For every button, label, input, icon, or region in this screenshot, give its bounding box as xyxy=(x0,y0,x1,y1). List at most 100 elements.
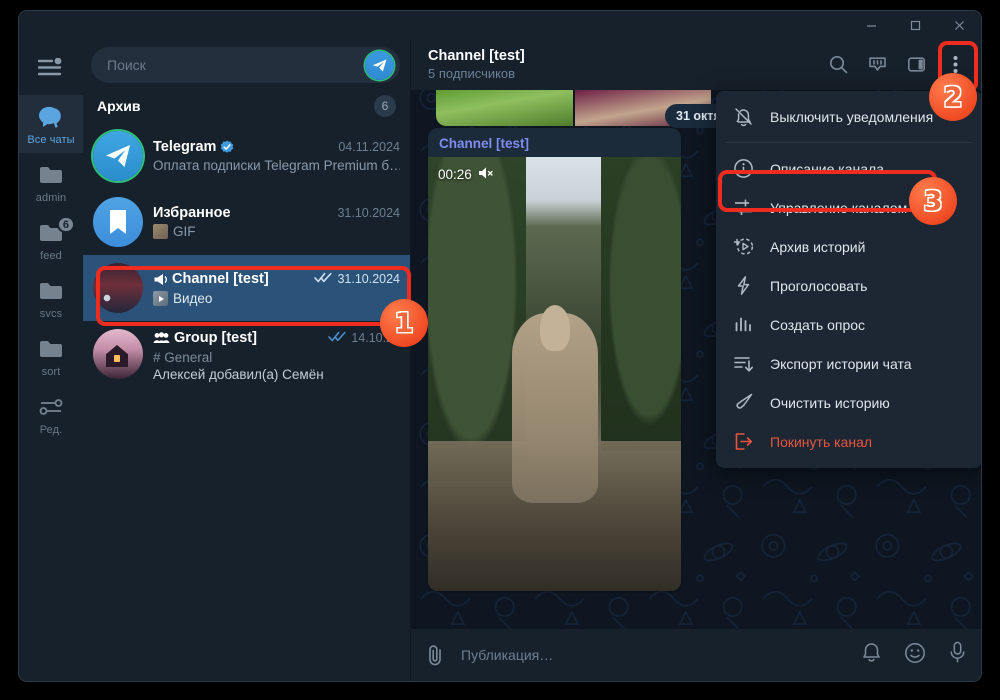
menu-item-boost[interactable]: Проголосовать xyxy=(716,266,981,305)
message-input[interactable]: Публикация… xyxy=(461,647,861,663)
chat-preview: GIF xyxy=(173,224,196,239)
folder-icon: 6 xyxy=(38,216,75,246)
sidebar-item-svcs[interactable]: svcs xyxy=(19,269,83,327)
menu-item-label: Проголосовать xyxy=(770,277,868,294)
telegram-plane-icon[interactable] xyxy=(365,50,394,80)
group-avatar xyxy=(93,329,143,379)
search-bar: Поиск xyxy=(83,39,410,89)
sliders-icon xyxy=(732,197,754,218)
menu-item-stories-archive[interactable]: Архив историй xyxy=(716,227,981,266)
folder-icon xyxy=(38,336,64,362)
sidebar-icon[interactable] xyxy=(898,47,934,83)
sidebar-item-label: Ред. xyxy=(39,424,63,436)
search-input[interactable]: Поиск xyxy=(91,47,400,83)
chat-topic: # General xyxy=(153,350,213,365)
verified-badge-icon xyxy=(220,140,234,154)
callout-badge-1: 1 xyxy=(380,299,428,347)
search-icon[interactable] xyxy=(820,47,856,83)
preview-thumbnail xyxy=(153,224,168,239)
subscriber-count: 5 подписчиков xyxy=(428,66,516,81)
microphone-icon[interactable] xyxy=(948,641,967,669)
media-thumb[interactable] xyxy=(436,90,573,126)
chat-preview: Видео xyxy=(173,291,213,306)
folder-badge: 6 xyxy=(56,216,75,233)
minimize-icon[interactable] xyxy=(849,11,893,39)
group-icon xyxy=(153,332,170,344)
list-item-main: Telegram 04.11.2024 Оплата подписки Tele… xyxy=(153,139,400,173)
scene-tree-right xyxy=(601,157,681,451)
composer-icons xyxy=(861,641,967,669)
chat-name: Group [test] xyxy=(174,330,257,346)
sidebar-item-sort[interactable]: sort xyxy=(19,327,83,385)
channel-avatar xyxy=(93,263,143,313)
menu-item-label: Очистить историю xyxy=(770,394,890,411)
story-archive-icon xyxy=(732,236,754,257)
screenshot-root: Все чаты admin 6 feed svcs sort Ред. Пои… xyxy=(0,0,1000,700)
menu-item-label: Описание канала xyxy=(770,160,884,177)
preview-thumbnail xyxy=(153,291,168,306)
chat-preview-row: Видео xyxy=(153,291,400,306)
chat-preview-row: GIF xyxy=(153,224,400,239)
archive-count-badge: 6 xyxy=(374,95,396,117)
paperclip-icon[interactable] xyxy=(425,644,445,666)
message-author: Channel [test] xyxy=(439,136,530,151)
menu-item-leave-channel[interactable]: Покинуть канал xyxy=(716,422,981,461)
close-icon[interactable] xyxy=(937,11,981,39)
chat-list-column: Поиск Архив 6 Telegram 04.11.2024 Оплата… xyxy=(83,39,411,681)
menu-item-export-chat-history[interactable]: Экспорт истории чата xyxy=(716,344,981,383)
sidebar-item-label: svcs xyxy=(39,308,63,320)
list-item[interactable]: Избранное 31.10.2024 GIF xyxy=(83,189,410,255)
chat-date: 04.11.2024 xyxy=(338,140,400,154)
list-item-main: Channel [test] 31.10.2024 Видео xyxy=(153,270,400,306)
chat-header: Channel [test] 5 подписчиков xyxy=(411,39,981,90)
sidebar-item-admin[interactable]: admin xyxy=(19,153,83,211)
archive-row[interactable]: Архив 6 xyxy=(83,89,410,123)
list-item[interactable]: Group [test] 14.10.20 # General Алексей … xyxy=(83,321,410,399)
chats-icon xyxy=(38,104,65,130)
menu-item-create-poll[interactable]: Создать опрос xyxy=(716,305,981,344)
info-icon xyxy=(732,158,754,179)
poll-icon xyxy=(732,314,754,335)
saved-messages-avatar xyxy=(93,197,143,247)
sidebar-item-edit-folders[interactable]: Ред. xyxy=(19,385,83,443)
list-item-main: Group [test] 14.10.20 # General Алексей … xyxy=(153,329,400,382)
list-item-main: Избранное 31.10.2024 GIF xyxy=(153,205,400,239)
broom-icon xyxy=(732,392,754,413)
leave-icon xyxy=(732,431,754,452)
menu-item-label: Создать опрос xyxy=(770,316,866,333)
read-ticks-icon xyxy=(328,329,347,347)
megaphone-icon xyxy=(153,273,168,286)
chat-name: Channel [test] xyxy=(172,271,269,287)
stories-icon[interactable] xyxy=(859,47,895,83)
menu-icon[interactable] xyxy=(19,39,83,95)
sidebar-item-all-chats[interactable]: Все чаты xyxy=(19,95,83,153)
channel-context-menu: Выключить уведомления Описание канала Уп… xyxy=(716,91,981,468)
export-icon xyxy=(732,353,754,374)
list-item-channel-test[interactable]: Channel [test] 31.10.2024 Видео xyxy=(83,255,410,321)
sidebar-item-label: Все чаты xyxy=(27,134,75,146)
window-titlebar xyxy=(19,11,981,39)
chat-name: Telegram xyxy=(153,139,217,155)
search-placeholder: Поиск xyxy=(107,57,146,73)
menu-item-label: Выключить уведомления xyxy=(770,108,934,125)
speaker-muted-icon xyxy=(478,166,494,183)
list-item[interactable]: Telegram 04.11.2024 Оплата подписки Tele… xyxy=(83,123,410,189)
telegram-avatar xyxy=(93,131,143,181)
maximize-icon[interactable] xyxy=(893,11,937,39)
menu-item-label: Покинуть канал xyxy=(770,433,873,450)
menu-item-label: Экспорт истории чата xyxy=(770,355,912,372)
sidebar-item-label: admin xyxy=(35,192,67,204)
chat-preview: Алексей добавил(а) Семён xyxy=(153,367,324,382)
folder-icon xyxy=(38,278,64,304)
folders-rail: Все чаты admin 6 feed svcs sort Ред. xyxy=(19,39,83,681)
sliders-icon xyxy=(38,394,64,420)
chat-header-titles: Channel [test] 5 подписчиков xyxy=(428,48,525,81)
message-bubble[interactable]: Channel [test] 00:26 xyxy=(428,128,681,591)
emoji-icon[interactable] xyxy=(904,642,926,669)
menu-item-clear-history[interactable]: Очистить историю xyxy=(716,383,981,422)
sidebar-item-feed[interactable]: 6 feed xyxy=(19,211,83,269)
bell-icon[interactable] xyxy=(861,642,882,669)
chat-date: 31.10.2024 xyxy=(337,206,400,220)
telegram-window: Все чаты admin 6 feed svcs sort Ред. Пои… xyxy=(18,10,982,682)
video-message[interactable]: 00:26 xyxy=(428,157,681,591)
